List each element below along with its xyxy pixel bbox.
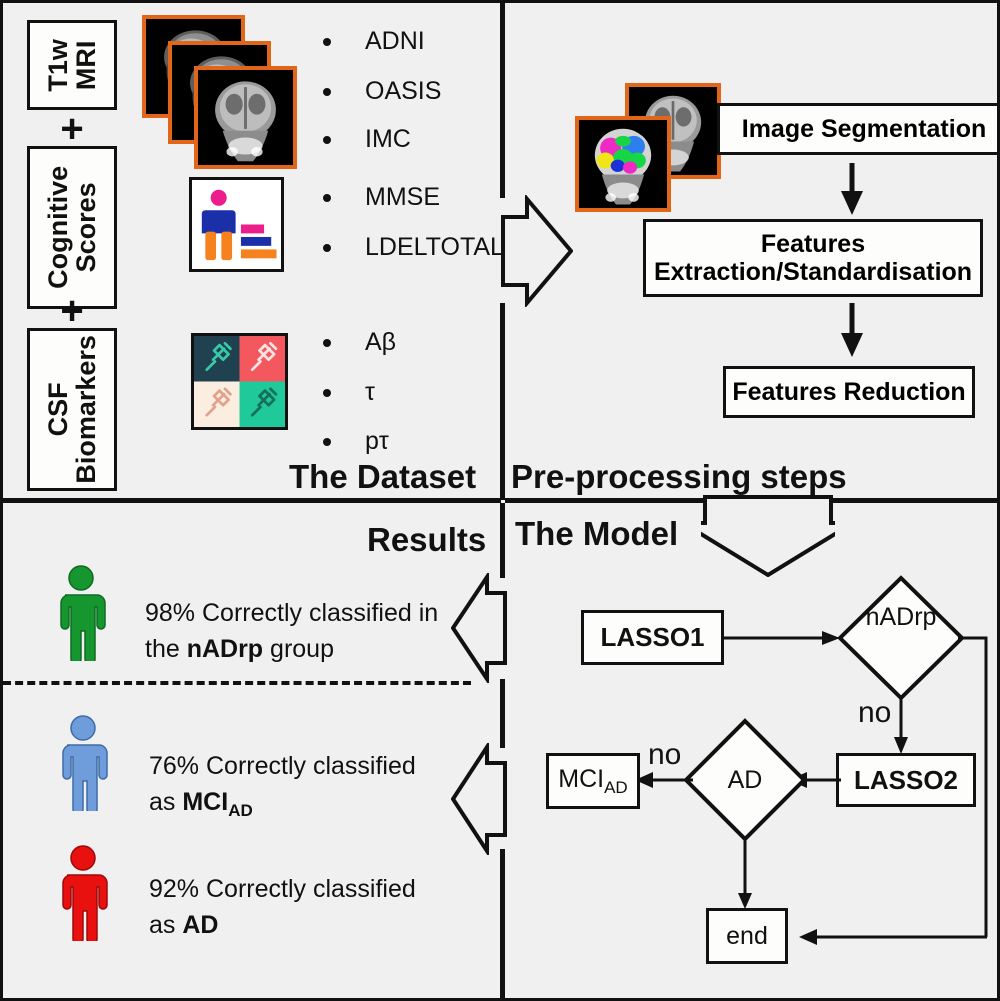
bullet-dot-icon xyxy=(323,338,331,347)
edge-lasso1-to-nadrp xyxy=(722,631,840,645)
mri-coronal-svg xyxy=(198,70,293,165)
flow-label-mci-ad: MCIAD xyxy=(558,764,628,797)
horizontal-divider-right-b xyxy=(831,498,997,503)
panel-title-preprocessing: Pre-processing steps xyxy=(511,458,847,495)
result-group-sub-mci-ad: AD xyxy=(228,801,253,821)
flow-label-lasso2: LASSO2 xyxy=(853,764,959,795)
result-line2-suffix-nadrp: group xyxy=(263,635,334,664)
edge-ad-to-end xyxy=(738,839,752,909)
mri-scan-stack-icon-front xyxy=(194,66,297,169)
flow-node-ad: AD xyxy=(683,718,807,842)
step-label-extraction-line1: Features xyxy=(760,230,866,258)
arrow-preprocessing-to-model xyxy=(701,495,835,577)
bullet-dot-icon xyxy=(323,87,331,96)
flow-node-lasso1: LASSO1 xyxy=(581,610,724,665)
bullet-mmse: MMSE xyxy=(323,183,440,212)
step-label-segmentation: Image Segmentation xyxy=(741,115,987,143)
t1w-line1: T1w xyxy=(42,38,73,92)
flow-label-end: end xyxy=(726,921,768,950)
syringe-grid-svg xyxy=(194,336,285,427)
person-figure-icon-nadrp xyxy=(60,565,106,661)
panel-title-model: The Model xyxy=(515,515,679,552)
edge-nadrp-to-lasso2 xyxy=(894,699,908,754)
flow-node-lasso2: LASSO2 xyxy=(836,753,976,807)
input-label-csf-biomarkers: CSF Biomarkers xyxy=(42,335,101,484)
input-box-csf-biomarkers: CSF Biomarkers xyxy=(27,328,117,491)
input-box-t1w-mri: T1w MRI xyxy=(27,20,117,110)
flow-node-end: end xyxy=(706,908,788,964)
bullet-adni: ADNI xyxy=(323,27,425,56)
vertical-divider-top xyxy=(500,3,505,198)
mri-segmented-svg xyxy=(579,120,667,208)
step-box-features-extraction: Features Extraction/Standardisation xyxy=(643,219,983,297)
result-group-nadrp: nADrp xyxy=(186,635,264,664)
bullet-dot-icon xyxy=(323,135,331,144)
flow-label-ad: AD xyxy=(727,765,763,794)
cog-line1: Cognitive xyxy=(42,165,73,290)
result-line1-ad: 92% Correctly classified xyxy=(149,875,416,903)
vertical-divider-bottom-upper xyxy=(500,503,505,578)
input-label-t1w-mri: T1w MRI xyxy=(42,38,101,92)
result-group-ad: AD xyxy=(182,911,219,940)
csf-line1: CSF xyxy=(42,382,73,437)
bullet-abeta: Aβ xyxy=(323,328,396,357)
person-figure-icon-mci-ad xyxy=(62,715,108,811)
input-box-cognitive-scores: Cognitive Scores xyxy=(27,146,117,309)
bullet-dot-icon xyxy=(323,193,331,202)
result-text-ad: 92% Correctly classified as AD xyxy=(149,871,469,944)
result-line1-nadrp: 98% Correctly classified in xyxy=(145,599,439,627)
vertical-divider-bottom-mid xyxy=(500,679,505,748)
result-text-nadrp: 98% Correctly classified in the nADrp gr… xyxy=(145,595,465,668)
bullet-dot-icon xyxy=(323,243,331,252)
cognitive-score-chart-icon xyxy=(189,177,284,272)
step-label-extraction-line2: Extraction/Standardisation xyxy=(653,258,973,286)
flow-node-mci-ad: MCIAD xyxy=(546,753,640,809)
result-text-mci-ad: 76% Correctly classified as MCIAD xyxy=(149,748,469,824)
result-line1-mci-ad: 76% Correctly classified xyxy=(149,752,416,780)
bullet-oasis: OASIS xyxy=(323,77,441,106)
csf-syringe-grid-icon xyxy=(191,333,288,430)
flow-label-lasso1: LASSO1 xyxy=(600,622,705,652)
step-label-reduction: Features Reduction xyxy=(732,378,966,406)
edge-right-rail-to-end xyxy=(799,929,987,945)
horizontal-divider-left xyxy=(3,498,501,503)
bullet-ldeltotal: LDELTOTAL xyxy=(323,233,504,262)
person-figure-icon-ad xyxy=(62,845,108,941)
bullet-dot-icon xyxy=(323,37,331,46)
cognitive-chart-svg xyxy=(192,180,281,269)
cog-line2: Scores xyxy=(71,182,102,273)
csf-line2: Biomarkers xyxy=(71,335,101,484)
result-line2-prefix-nadrp: the xyxy=(145,635,187,664)
plus-sign-1: + xyxy=(60,107,84,151)
segmented-mri-stack-icon-front xyxy=(575,116,671,212)
flow-node-nadrp: nADrp xyxy=(837,575,965,701)
panel-title-results: Results xyxy=(367,521,487,558)
vertical-divider-bottom-lower xyxy=(500,849,505,998)
panel-title-dataset: The Dataset xyxy=(289,458,477,495)
results-dashed-separator xyxy=(3,681,471,685)
arrow-dataset-to-preprocessing xyxy=(501,195,573,307)
figure-canvas: T1w MRI + Cognitive Scores + CSF Biomark… xyxy=(0,0,1000,1001)
bullet-tau: τ xyxy=(323,378,375,407)
result-line2-prefix-mci-ad: as xyxy=(149,788,183,817)
result-line2-prefix-ad: as xyxy=(149,911,183,940)
arrow-extraction-to-reduction xyxy=(841,303,863,357)
vertical-divider-top-lower xyxy=(500,303,505,500)
bullet-imc: IMC xyxy=(323,125,411,154)
step-box-image-segmentation: Image Segmentation xyxy=(717,103,997,155)
bullet-dot-icon xyxy=(323,437,331,446)
horizontal-divider-right-a xyxy=(505,498,705,503)
input-label-cognitive-scores: Cognitive Scores xyxy=(42,165,102,290)
plus-sign-2: + xyxy=(60,289,84,333)
arrow-segmentation-to-extraction xyxy=(841,163,863,215)
bullet-ptau: pτ xyxy=(323,427,389,456)
step-box-features-reduction: Features Reduction xyxy=(723,366,975,418)
flow-label-nadrp: nADrp xyxy=(865,603,937,631)
bullet-dot-icon xyxy=(323,388,331,397)
result-group-mci-ad: MCIAD xyxy=(182,788,253,821)
edge-ad-to-mci xyxy=(635,772,693,788)
t1w-line2: MRI xyxy=(70,40,101,90)
